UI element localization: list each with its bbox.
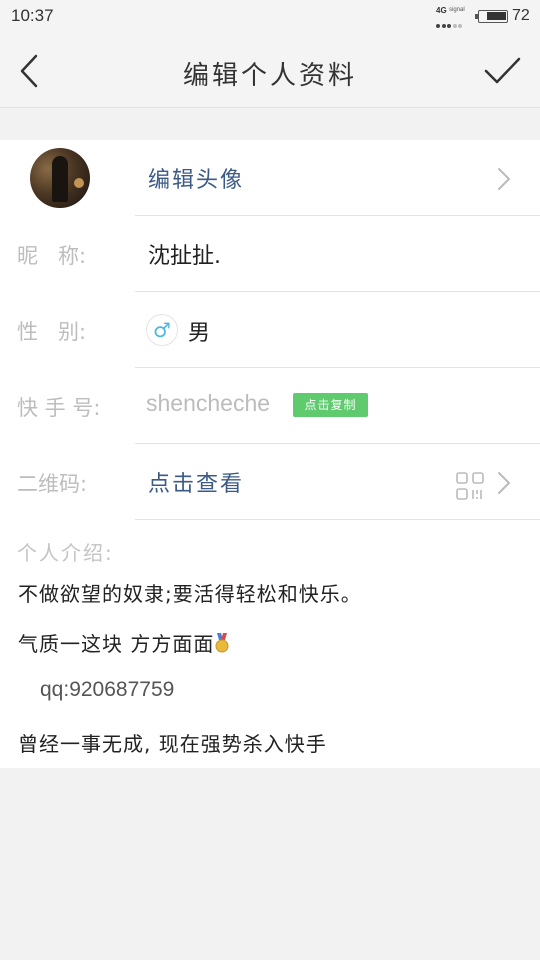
bio-label: 个人介绍:	[17, 541, 114, 565]
checkmark-icon	[484, 57, 521, 84]
status-time: 10:37	[11, 6, 54, 25]
gender-row[interactable]: 性 别: ♂ 男	[0, 292, 540, 368]
network-signal-icon: 4G signal	[436, 6, 474, 28]
status-bar: 10:37 4G signal 72	[0, 0, 540, 34]
nickname-label: 昵 称:	[17, 244, 87, 268]
kwai-id-label: 快 手 号:	[17, 396, 101, 420]
bio-line: 不做欲望的奴隶;要活得轻松和快乐。	[18, 582, 362, 606]
copy-button[interactable]: 点击复制	[293, 393, 368, 417]
qr-code-row[interactable]: 二维码: 点击查看	[0, 444, 540, 520]
kwai-id-value: shencheche	[146, 390, 271, 416]
confirm-button[interactable]	[482, 54, 522, 88]
nickname-row[interactable]: 昵 称: 沈扯扯.	[0, 216, 540, 292]
avatar[interactable]	[30, 148, 90, 208]
nav-bar: 编辑个人资料	[0, 34, 540, 108]
gender-label: 性 别:	[17, 320, 87, 344]
profile-card: 编辑头像 昵 称: 沈扯扯. 性 别: ♂ 男 快 手 号: shenchech…	[0, 140, 540, 768]
bio-line: qq:920687759	[40, 678, 175, 701]
medal-icon	[215, 633, 229, 653]
page-title: 编辑个人资料	[182, 61, 357, 91]
avatar-row[interactable]: 编辑头像	[0, 140, 540, 216]
male-icon: ♂	[146, 314, 178, 346]
bio-line: 气质一这块 方方面面	[18, 628, 230, 657]
kwai-id-row: 快 手 号: shencheche 点击复制	[0, 368, 540, 444]
qr-code-icon	[456, 472, 484, 500]
bio-line: 曾经一事无成, 现在强势杀入快手	[18, 732, 327, 756]
signal-label: signal	[449, 7, 465, 13]
battery-level: 72	[512, 7, 530, 24]
network-type: 4G	[436, 6, 447, 15]
chevron-right-icon	[498, 472, 510, 494]
nickname-value[interactable]: 沈扯扯.	[148, 238, 221, 270]
gender-value[interactable]: 男	[188, 315, 210, 347]
chevron-right-icon	[498, 168, 510, 190]
edit-avatar-label: 编辑头像	[148, 168, 245, 193]
view-qr-link[interactable]: 点击查看	[148, 466, 244, 498]
battery-icon	[475, 10, 508, 23]
qr-code-label: 二维码:	[17, 472, 88, 496]
